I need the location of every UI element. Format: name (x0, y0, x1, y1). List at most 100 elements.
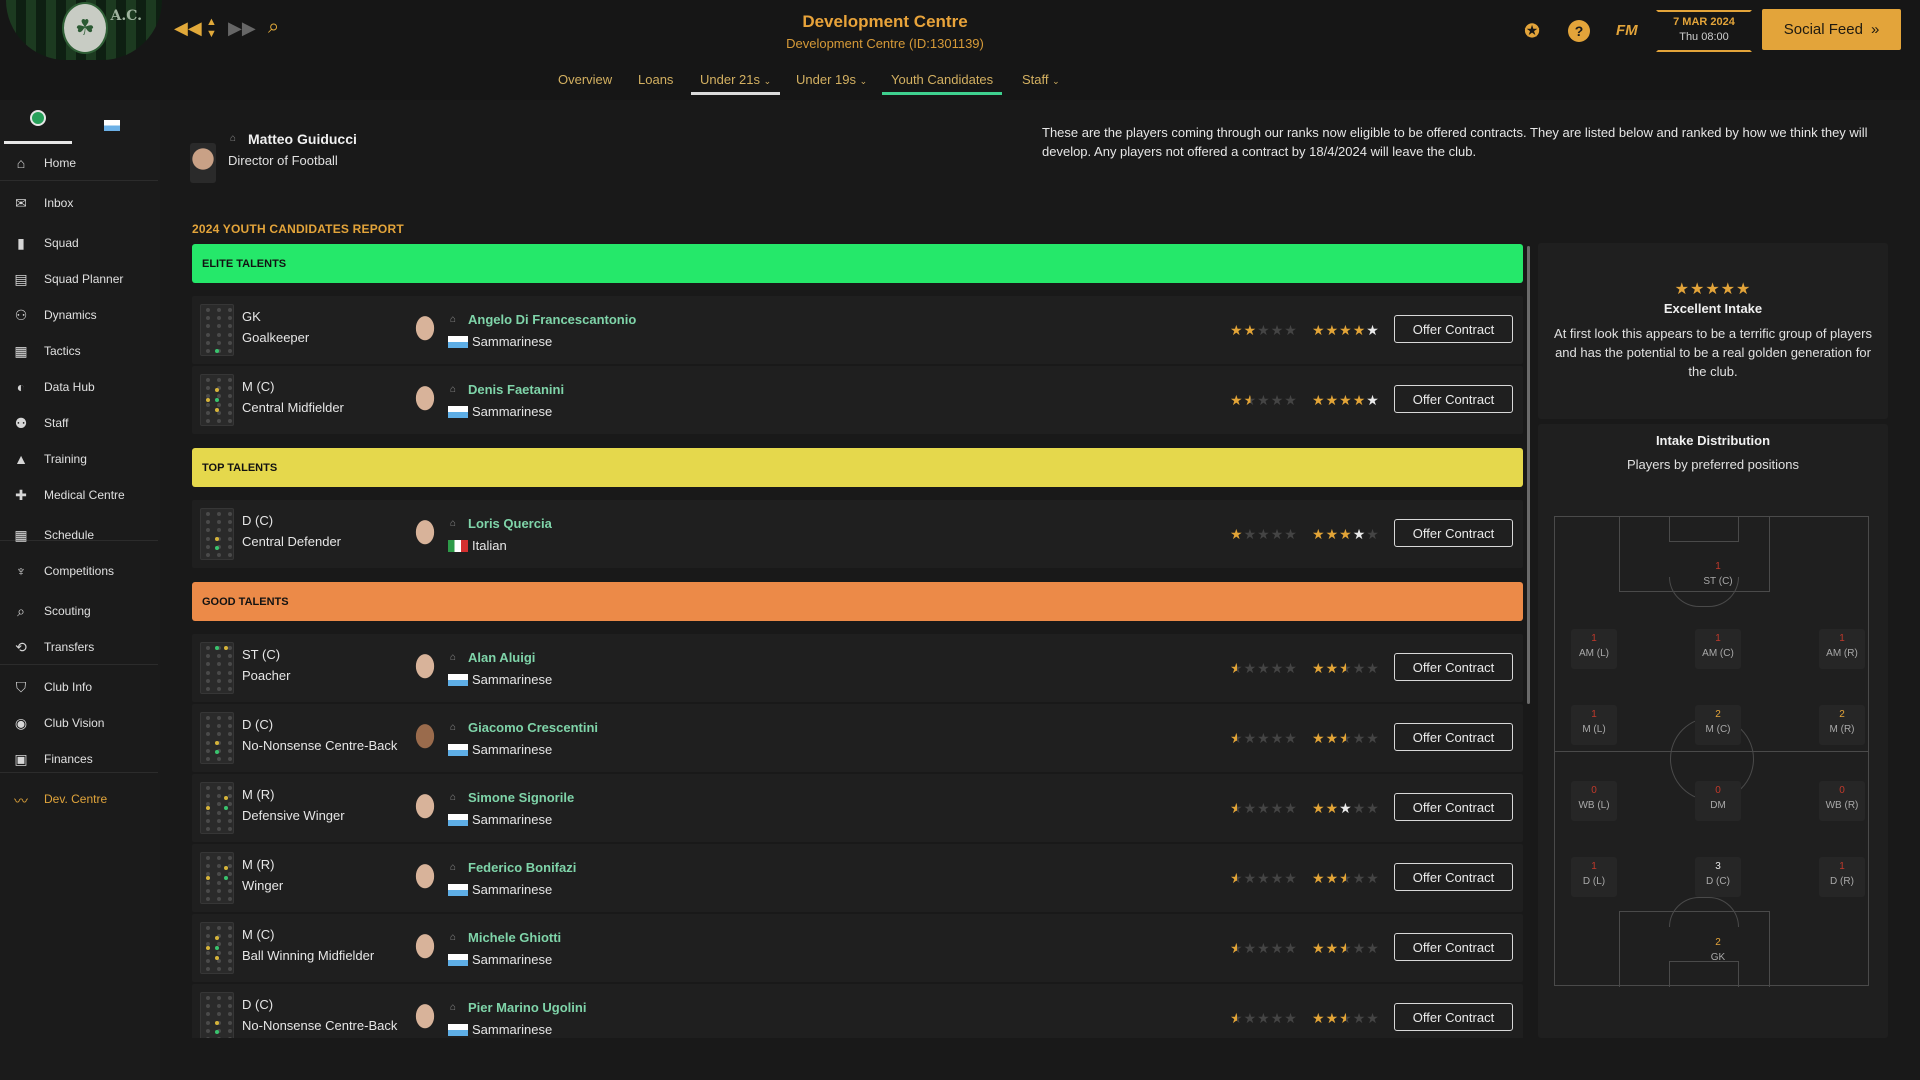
player-row[interactable]: M (C) Central Midfielder ⌂ Denis Faetanini S… (192, 366, 1523, 434)
player-name[interactable]: Federico Bonifazi (468, 860, 576, 875)
director-avatar[interactable] (190, 143, 216, 183)
sidebar-item-club-vision[interactable]: ◉ Club Vision (0, 708, 160, 738)
sidebar-tab-club[interactable] (4, 110, 72, 144)
player-name[interactable]: Simone Signorile (468, 790, 574, 805)
sidebar-item-finances[interactable]: ▣ Finances (0, 744, 160, 774)
pitch-dot (228, 1020, 232, 1025)
player-name[interactable]: Giacomo Crescentini (468, 720, 598, 735)
forward-icon[interactable]: ▶▶ (228, 18, 256, 39)
current-ability-star: ★ (1270, 730, 1285, 746)
sidebar-item-tactics[interactable]: ▦ Tactics (0, 336, 160, 366)
sidebar-item-scouting[interactable]: ⌕ Scouting (0, 596, 160, 626)
current-ability-star: ★ (1270, 660, 1285, 676)
tab-overview[interactable]: Overview (558, 72, 612, 87)
offer-contract-button[interactable]: Offer Contract (1394, 519, 1513, 547)
player-avatar[interactable] (410, 790, 440, 826)
potential-ability-stars: ★★★★★ (1312, 660, 1380, 677)
sidebar-item-club-info[interactable]: ⛉ Club Info (0, 672, 160, 702)
player-avatar[interactable] (410, 382, 440, 418)
help-icon[interactable]: ? (1568, 20, 1590, 42)
back-icon[interactable]: ◀◀ (174, 18, 202, 39)
sidebar-tab-nation[interactable] (104, 118, 120, 136)
player-avatar[interactable] (410, 312, 440, 348)
sidebar-item-schedule[interactable]: ▦ Schedule (0, 520, 160, 550)
tab-under-21s[interactable]: Under 21s ⌄ (691, 72, 781, 95)
player-name[interactable]: Pier Marino Ugolini (468, 1000, 586, 1015)
player-avatar[interactable] (410, 516, 440, 552)
pitch-dot (206, 786, 210, 790)
pitch-dot (217, 856, 221, 860)
pitch-dot (228, 958, 232, 963)
club-logo[interactable]: ☘ A.C. (6, 0, 162, 60)
sidebar-item-label: Finances (44, 752, 93, 766)
tab-staff[interactable]: Staff ⌄ (1022, 72, 1060, 87)
search-icon[interactable]: ⌕ (268, 16, 279, 39)
lock-icon: ⌂ (450, 518, 457, 529)
player-row[interactable]: D (C) Central Defender ⌂ Loris Quercia Itali… (192, 500, 1523, 568)
player-row[interactable]: M (R) Defensive Winger ⌂ Simone Signorile Sa… (192, 774, 1523, 842)
achievements-icon[interactable]: ✪ (1521, 20, 1543, 42)
sidebar-item-training[interactable]: ▲ Training (0, 444, 160, 474)
player-row[interactable]: ST (C) Poacher ⌂ Alan Aluigi Sammarinese ★★★★… (192, 634, 1523, 702)
current-ability-stars: ★★★★★ (1230, 730, 1298, 747)
social-feed-button[interactable]: Social Feed » (1762, 9, 1901, 50)
player-avatar[interactable] (410, 720, 440, 756)
director-name[interactable]: Matteo Guiducci (248, 131, 357, 147)
sidebar-item-staff[interactable]: ⚉ Staff (0, 408, 160, 438)
player-row[interactable]: D (C) No-Nonsense Centre-Back ⌂ Pier Marino… (192, 984, 1523, 1038)
inbox-icon: ✉ (15, 195, 27, 211)
page-subtitle[interactable]: Development Centre (ID:1301139) (690, 36, 1080, 51)
list-scrollbar[interactable] (1527, 246, 1530, 704)
intake-star-icon: ★ (1674, 281, 1690, 298)
player-name[interactable]: Angelo Di Francescantonio (468, 312, 636, 327)
sidebar-item-data-hub[interactable]: ◐ Data Hub (0, 372, 160, 402)
date-display[interactable]: 7 MAR 2024 Thu 08:00 (1656, 10, 1752, 52)
offer-contract-button[interactable]: Offer Contract (1394, 793, 1513, 821)
player-name[interactable]: Michele Ghiotti (468, 930, 561, 945)
sidebar-item-dev-centre[interactable]: 〰 Dev. Centre (0, 784, 160, 814)
sidebar-item-squad-planner[interactable]: ▤ Squad Planner (0, 264, 160, 294)
pitch-dot (206, 810, 210, 815)
player-avatar[interactable] (410, 1000, 440, 1036)
player-row[interactable]: D (C) No-Nonsense Centre-Back ⌂ Giacomo Cre… (192, 704, 1523, 772)
potential-ability-star: ★ (1339, 1010, 1353, 1026)
offer-contract-button[interactable]: Offer Contract (1394, 723, 1513, 751)
tab-youth-candidates[interactable]: Youth Candidates (882, 72, 1003, 95)
fm-menu-button[interactable]: FM (1616, 22, 1638, 39)
tab-under-19s[interactable]: Under 19s ⌄ (796, 72, 867, 87)
distribution-title: Intake Distribution (1655, 433, 1771, 448)
sidebar-item-inbox[interactable]: ✉ Inbox (0, 188, 160, 218)
player-avatar[interactable] (410, 650, 440, 686)
sidebar-item-home[interactable]: ⌂ Home (0, 148, 160, 178)
current-ability-star: ★ (1270, 800, 1285, 816)
player-row[interactable]: M (C) Ball Winning Midfielder ⌂ Michele Ghi… (192, 914, 1523, 982)
sidebar-item-label: Dynamics (44, 308, 97, 322)
position-pitch-icon (200, 304, 234, 356)
pitch-dot (228, 394, 232, 399)
potential-ability-star: ★ (1366, 526, 1380, 542)
player-name[interactable]: Alan Aluigi (468, 650, 535, 665)
player-avatar[interactable] (410, 930, 440, 966)
sidebar-item-medical-centre[interactable]: ✚ Medical Centre (0, 480, 160, 510)
offer-contract-button[interactable]: Offer Contract (1394, 933, 1513, 961)
player-name[interactable]: Denis Faetanini (468, 382, 564, 397)
offer-contract-button[interactable]: Offer Contract (1394, 863, 1513, 891)
tab-loans[interactable]: Loans (638, 72, 673, 87)
pitch-dot (217, 324, 221, 329)
offer-contract-button[interactable]: Offer Contract (1394, 653, 1513, 681)
up-down-icon[interactable]: ▲ ▼ (206, 16, 217, 40)
offer-contract-button[interactable]: Offer Contract (1394, 315, 1513, 343)
offer-contract-button[interactable]: Offer Contract (1394, 1003, 1513, 1031)
pitch-dot (228, 856, 232, 860)
sidebar-item-dynamics[interactable]: ⚇ Dynamics (0, 300, 160, 330)
sidebar-item-competitions[interactable]: ♆ Competitions (0, 556, 160, 586)
pitch-dot (206, 520, 210, 525)
player-row[interactable]: M (R) Winger ⌂ Federico Bonifazi Sammarinese… (192, 844, 1523, 912)
offer-contract-button[interactable]: Offer Contract (1394, 385, 1513, 413)
sidebar-item-transfers[interactable]: ⟲ Transfers (0, 632, 160, 662)
player-nationality: Sammarinese (472, 812, 553, 827)
player-row[interactable]: GK Goalkeeper ⌂ Angelo Di Francescantonio Sa… (192, 296, 1523, 364)
player-name[interactable]: Loris Quercia (468, 516, 552, 531)
sidebar-item-squad[interactable]: ▮ Squad (0, 228, 160, 258)
player-avatar[interactable] (410, 860, 440, 896)
